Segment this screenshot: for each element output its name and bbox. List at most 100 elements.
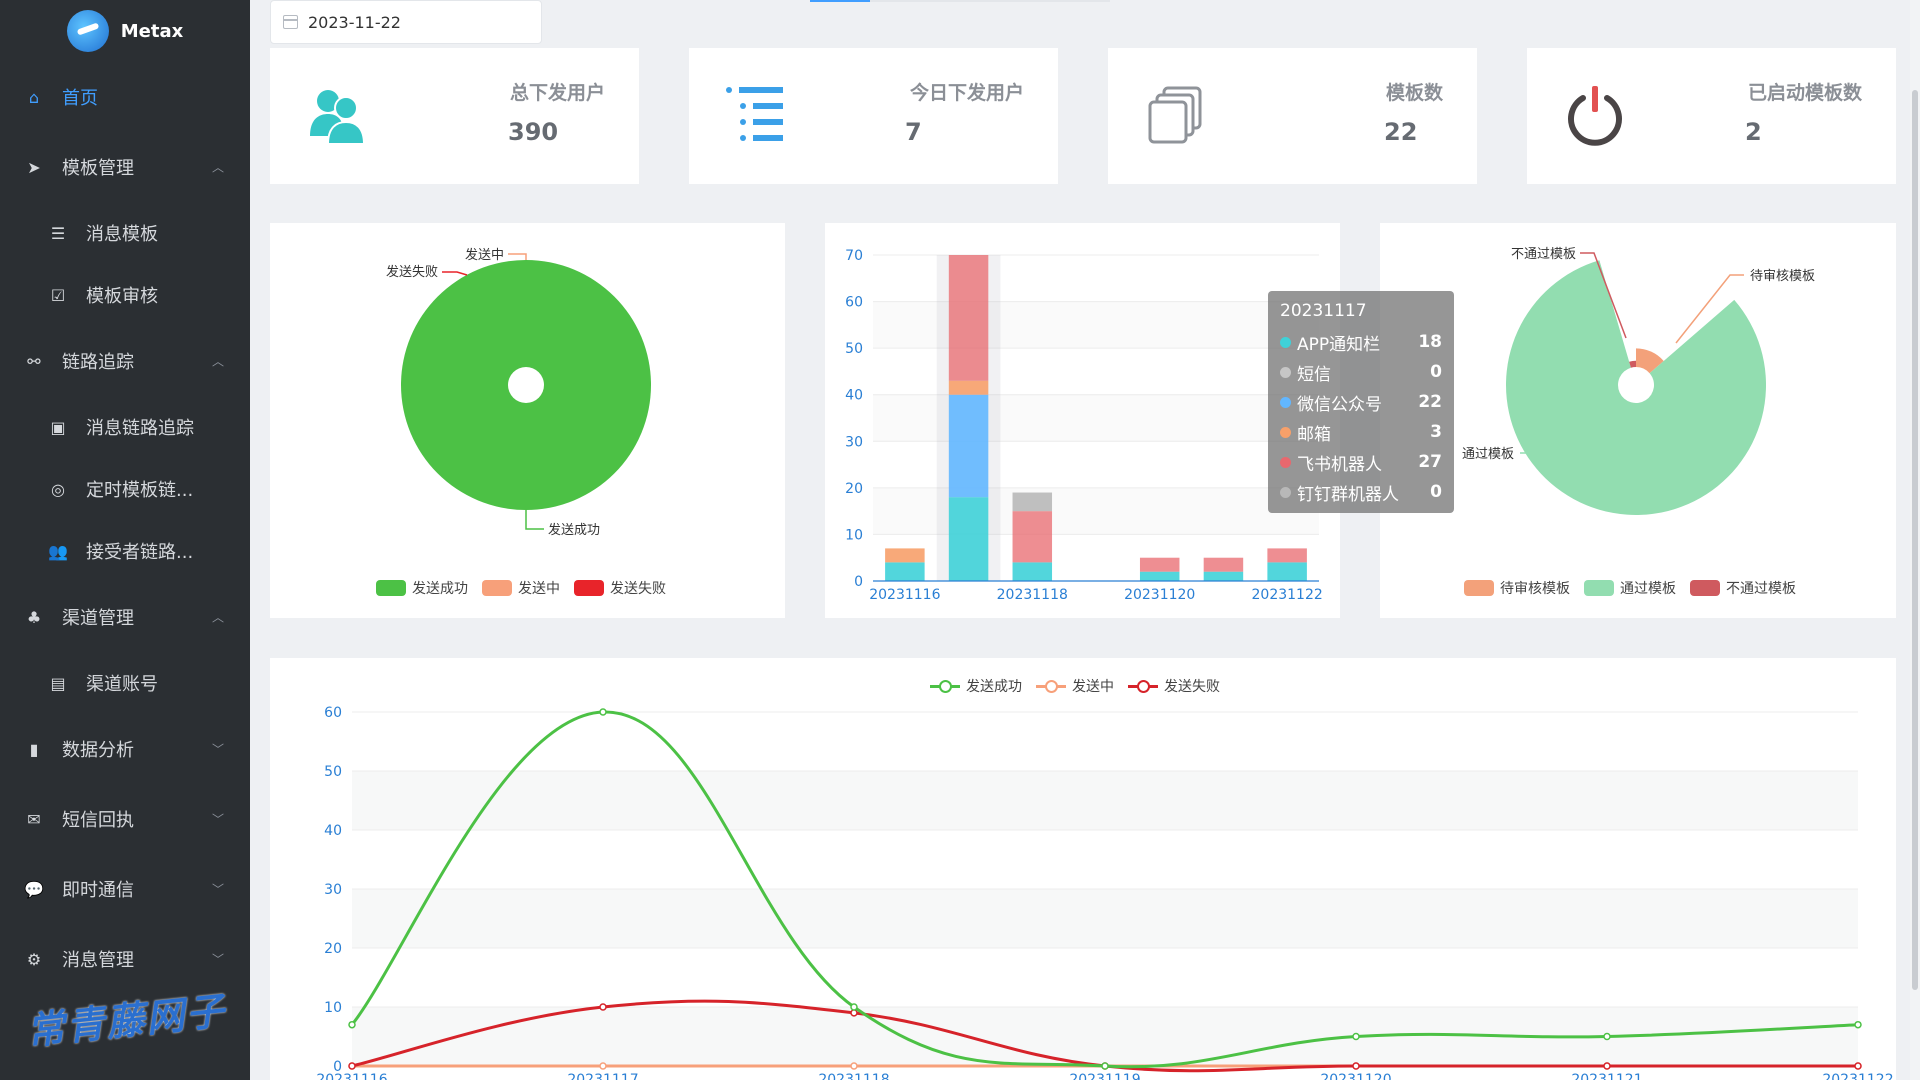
tooltip-row: 钉钉群机器人 0 bbox=[1280, 477, 1442, 507]
line-point[interactable] bbox=[1352, 1032, 1360, 1041]
line-point[interactable] bbox=[599, 1003, 607, 1011]
sidebar-item-7[interactable]: 👥 接受者链路... bbox=[0, 520, 250, 582]
line-point[interactable] bbox=[1603, 1062, 1611, 1070]
sidebar-item-3[interactable]: ☑ 模板审核 bbox=[0, 264, 250, 326]
sidebar-item-label: 渠道管理 bbox=[62, 608, 134, 629]
sidebar-item-1[interactable]: ➤ 模板管理 ︿ bbox=[0, 132, 250, 202]
series-dot bbox=[1280, 486, 1291, 498]
line-point[interactable] bbox=[1352, 1062, 1360, 1070]
bar-segment[interactable] bbox=[1139, 557, 1180, 572]
bar-segment[interactable] bbox=[948, 497, 989, 581]
label-line-success bbox=[525, 510, 544, 530]
grid-band bbox=[352, 889, 1858, 948]
sidebar-item-label: 接受者链路... bbox=[86, 542, 194, 563]
bar-segment[interactable] bbox=[885, 548, 925, 563]
series-name: 飞书机器人 bbox=[1297, 454, 1382, 475]
sidebar-item-10[interactable]: ▮ 数据分析 ﹀ bbox=[0, 714, 250, 784]
line-point[interactable] bbox=[1603, 1032, 1611, 1041]
legend-item[interactable]: 发送中 bbox=[482, 578, 560, 598]
line-point[interactable] bbox=[599, 708, 607, 716]
line-point[interactable] bbox=[1101, 1062, 1109, 1070]
cluster-icon: ♣ bbox=[26, 607, 42, 627]
line-point[interactable] bbox=[348, 1062, 356, 1070]
bar-segment[interactable] bbox=[1203, 571, 1244, 581]
sidebar-item-0[interactable]: ⌂ 首页 bbox=[0, 62, 250, 132]
y-tick-label: 30 bbox=[845, 434, 863, 450]
series-value: 22 bbox=[1418, 392, 1442, 412]
chevron-up-icon: ︿ bbox=[211, 160, 224, 175]
sidebar-item-9[interactable]: ▤ 渠道账号 bbox=[0, 652, 250, 714]
line-point[interactable] bbox=[850, 1003, 858, 1011]
bar-segment[interactable] bbox=[948, 394, 989, 498]
stat-cards: 总下发用户 390 今日下发用户 7 模板数 22 已启动模板数 2 bbox=[270, 48, 1896, 184]
chevron-up-icon: ︿ bbox=[211, 610, 224, 625]
y-tick-label: 10 bbox=[845, 527, 863, 543]
power-icon bbox=[1568, 86, 1622, 146]
legend-item[interactable]: 发送失败 bbox=[574, 578, 666, 598]
bar-segment[interactable] bbox=[1139, 571, 1180, 581]
y-tick-label: 60 bbox=[324, 705, 342, 721]
series-name: APP通知栏 bbox=[1297, 334, 1381, 355]
home-icon: ⌂ bbox=[28, 87, 40, 107]
sidebar-item-11[interactable]: ✉ 短信回执 ﹀ bbox=[0, 784, 250, 854]
y-tick-label: 30 bbox=[324, 882, 342, 898]
legend-item[interactable]: 发送失败 bbox=[1128, 676, 1220, 696]
bar-segment[interactable] bbox=[1012, 511, 1053, 563]
series-value: 0 bbox=[1430, 482, 1442, 502]
sidebar-item-4[interactable]: ⚯ 链路追踪 ︿ bbox=[0, 326, 250, 396]
legend-item[interactable]: 发送中 bbox=[1036, 676, 1114, 696]
line-point[interactable] bbox=[850, 1009, 858, 1017]
account-icon: ▤ bbox=[50, 673, 66, 693]
line-point[interactable] bbox=[599, 1062, 607, 1070]
sidebar-item-6[interactable]: ◎ 定时模板链... bbox=[0, 458, 250, 520]
pie-label-pending: 待审核模板 bbox=[1750, 269, 1815, 284]
bar-segment[interactable] bbox=[948, 255, 989, 381]
tooltip-row: APP通知栏 18 bbox=[1280, 327, 1442, 357]
legend-item[interactable]: 通过模板 bbox=[1584, 578, 1676, 598]
legend-item[interactable]: 待审核模板 bbox=[1464, 578, 1570, 598]
send-status-pie-panel: 发送中 发送失败 发送成功 发送成功 发送中 发送失败 bbox=[270, 223, 785, 618]
legend-item[interactable]: 不通过模板 bbox=[1690, 578, 1796, 598]
series-value: 27 bbox=[1418, 452, 1442, 472]
bar-segment[interactable] bbox=[1012, 492, 1053, 512]
bar-segment[interactable] bbox=[1012, 562, 1053, 581]
image-icon: ▣ bbox=[50, 417, 66, 437]
legend-item[interactable]: 发送成功 bbox=[930, 676, 1022, 696]
sidebar-item-2[interactable]: ☰ 消息模板 bbox=[0, 202, 250, 264]
date-value: 2023-11-22 bbox=[308, 12, 401, 32]
sidebar-item-8[interactable]: ♣ 渠道管理 ︿ bbox=[0, 582, 250, 652]
sidebar-item-label: 消息链路追踪 bbox=[86, 418, 194, 439]
send-status-pie-chart: 发送中 发送失败 发送成功 bbox=[386, 247, 651, 538]
stat-value: 2 bbox=[1745, 118, 1762, 146]
date-picker[interactable]: 2023-11-22 bbox=[270, 0, 542, 44]
pie-label-passed: 通过模板 bbox=[1462, 447, 1514, 462]
sidebar-item-12[interactable]: 💬 即时通信 ﹀ bbox=[0, 854, 250, 924]
series-value: 3 bbox=[1430, 422, 1442, 442]
bar-segment[interactable] bbox=[948, 380, 989, 395]
sidebar-item-label: 消息管理 bbox=[62, 950, 134, 971]
bar-segment[interactable] bbox=[1203, 557, 1244, 572]
line-point[interactable] bbox=[1854, 1020, 1862, 1029]
series-name: 邮箱 bbox=[1297, 424, 1331, 445]
bar-segment[interactable] bbox=[1267, 548, 1307, 563]
x-tick-label: 20231120 bbox=[1320, 1072, 1391, 1080]
app-logo[interactable]: Metax bbox=[0, 0, 250, 62]
tooltip-row: 微信公众号 22 bbox=[1280, 387, 1442, 417]
sidebar-item-label: 链路追踪 bbox=[62, 352, 134, 373]
series-dot bbox=[1280, 366, 1291, 378]
series-dot bbox=[1280, 396, 1291, 408]
pie-slice[interactable] bbox=[1506, 260, 1766, 515]
x-tick-label: 20231117 bbox=[567, 1072, 638, 1080]
sidebar-item-5[interactable]: ▣ 消息链路追踪 bbox=[0, 396, 250, 458]
bar-segment[interactable] bbox=[1267, 562, 1307, 581]
legend-item[interactable]: 发送成功 bbox=[376, 578, 468, 598]
line-point[interactable] bbox=[850, 1062, 858, 1070]
x-tick-label: 20231116 bbox=[316, 1072, 387, 1080]
channel-bar-panel: 0 10 20 30 40 50 60 70 20231116 20231118 20231120 2… bbox=[825, 223, 1340, 618]
page-scrollbar[interactable] bbox=[1910, 0, 1920, 1080]
bar-segment[interactable] bbox=[885, 562, 925, 581]
line-point[interactable] bbox=[1854, 1062, 1862, 1070]
stat-value: 390 bbox=[508, 118, 559, 146]
checkbox-icon: ☑ bbox=[50, 285, 66, 305]
line-point[interactable] bbox=[348, 1020, 356, 1029]
